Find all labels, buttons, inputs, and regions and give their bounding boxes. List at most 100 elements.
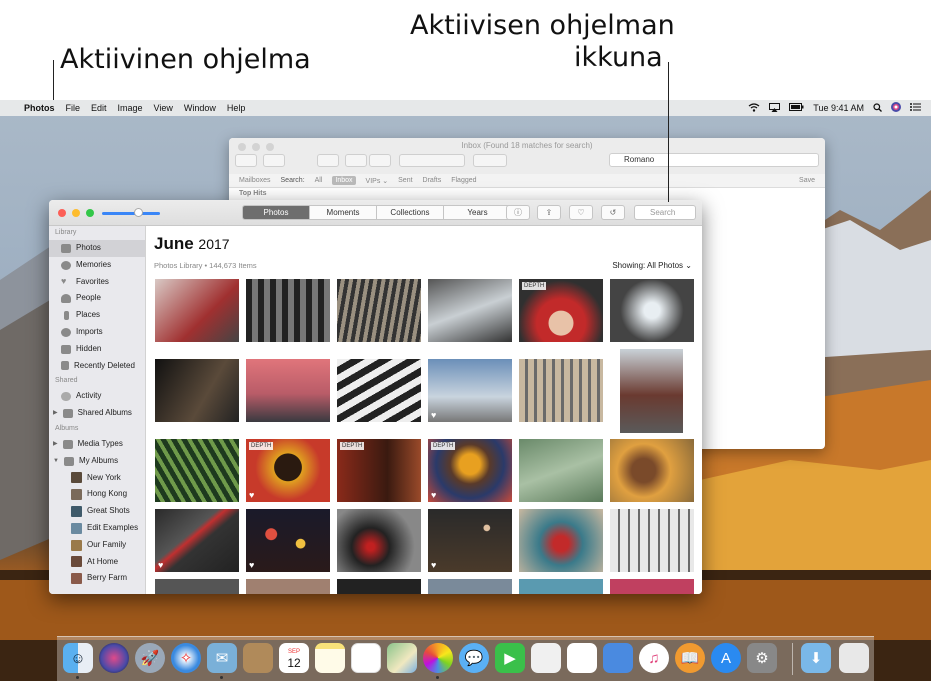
album-berry-farm[interactable]: Berry Farm <box>49 570 145 587</box>
menu-app-name[interactable]: Photos <box>24 103 55 113</box>
photo-thumbnail[interactable] <box>246 359 330 422</box>
sidebar-item-media-types[interactable]: ▶ Media Types <box>49 436 145 453</box>
zoom-slider-knob[interactable] <box>134 208 143 217</box>
photo-thumbnail[interactable] <box>337 359 421 422</box>
maps-icon[interactable] <box>387 643 417 673</box>
disclosure-right-icon[interactable]: ▶ <box>53 405 58 422</box>
photo-thumbnail[interactable] <box>155 579 239 594</box>
photo-thumbnail[interactable]: ♥ <box>155 509 239 572</box>
showing-filter[interactable]: Showing: All Photos ⌄ <box>612 261 692 270</box>
scope-sent[interactable]: Sent <box>398 177 412 184</box>
spotlight-icon[interactable] <box>873 102 882 114</box>
siri-icon[interactable] <box>99 643 129 673</box>
favorite-heart-icon[interactable]: ♥ <box>431 560 436 570</box>
scope-inbox[interactable]: Inbox <box>332 176 356 185</box>
photo-thumbnail[interactable] <box>337 509 421 572</box>
tab-collections[interactable]: Collections <box>377 206 444 219</box>
sidebar-item-photos[interactable]: Photos <box>49 240 145 257</box>
menu-image[interactable]: Image <box>118 103 143 113</box>
app-store-icon[interactable]: A <box>711 643 741 673</box>
battery-icon[interactable] <box>789 103 804 113</box>
album-hong-kong[interactable]: Hong Kong <box>49 486 145 503</box>
sidebar-item-memories[interactable]: Memories <box>49 257 145 274</box>
reply-buttons[interactable] <box>399 154 465 167</box>
photo-thumbnail[interactable] <box>610 279 694 342</box>
photo-thumbnail[interactable] <box>155 279 239 342</box>
reminders-icon[interactable] <box>351 643 381 673</box>
scope-all[interactable]: All <box>315 177 323 184</box>
contacts-icon[interactable] <box>243 643 273 673</box>
photo-thumbnail[interactable] <box>610 509 694 572</box>
album-our-family[interactable]: Our Family <box>49 537 145 554</box>
photo-thumbnail[interactable]: DEPTH ♥ <box>246 439 330 502</box>
sidebar-item-favorites[interactable]: ♥ Favorites <box>49 274 145 291</box>
clock[interactable]: Tue 9:41 AM <box>813 103 864 113</box>
photo-thumbnail[interactable] <box>519 579 603 594</box>
album-at-home[interactable]: At Home <box>49 554 145 571</box>
system-preferences-icon[interactable]: ⚙ <box>747 643 777 673</box>
keynote-icon[interactable] <box>603 643 633 673</box>
finder-icon[interactable]: ☺ <box>63 643 93 673</box>
sidebar-item-recently-deleted[interactable]: Recently Deleted <box>49 358 145 375</box>
menu-window[interactable]: Window <box>184 103 216 113</box>
info-icon[interactable]: ⓘ <box>506 205 530 220</box>
trash-icon[interactable] <box>839 643 869 673</box>
messages-icon[interactable]: 💬 <box>459 643 489 673</box>
minimize-icon[interactable] <box>72 209 80 217</box>
sidebar-item-shared-albums[interactable]: ▶ Shared Albums <box>49 405 145 422</box>
save-search-button[interactable]: Save <box>799 177 815 184</box>
photo-thumbnail[interactable] <box>155 439 239 502</box>
calendar-icon[interactable]: SEP 12 <box>279 643 309 673</box>
downloads-icon[interactable]: ⬇ <box>801 643 831 673</box>
menu-view[interactable]: View <box>154 103 173 113</box>
favorite-heart-icon[interactable]: ♥ <box>431 490 436 500</box>
sidebar-item-places[interactable]: Places <box>49 307 145 324</box>
photo-thumbnail[interactable] <box>428 579 512 594</box>
photo-thumbnail[interactable]: DEPTH <box>337 439 421 502</box>
facetime-icon[interactable]: ▶ <box>495 643 525 673</box>
numbers-icon[interactable] <box>567 643 597 673</box>
tab-moments[interactable]: Moments <box>310 206 377 219</box>
share-icon[interactable]: ⇪ <box>537 205 561 220</box>
sidebar-item-imports[interactable]: Imports <box>49 324 145 341</box>
rotate-icon[interactable]: ↺ <box>601 205 625 220</box>
sidebar-item-people[interactable]: People <box>49 290 145 307</box>
album-great-shots[interactable]: Great Shots <box>49 503 145 520</box>
compose-button[interactable] <box>263 154 285 167</box>
photo-thumbnail[interactable] <box>337 579 421 594</box>
flag-button[interactable] <box>473 154 507 167</box>
favorite-heart-icon[interactable]: ♥ <box>431 410 436 420</box>
photo-thumbnail[interactable] <box>610 439 694 502</box>
scope-vips[interactable]: VIPs ⌄ <box>366 177 389 185</box>
album-new-york[interactable]: New York <box>49 470 145 487</box>
itunes-icon[interactable]: ♫ <box>639 643 669 673</box>
favorite-heart-icon[interactable]: ♥ <box>158 560 163 570</box>
wifi-icon[interactable] <box>748 102 760 114</box>
photo-thumbnail[interactable] <box>519 359 603 422</box>
photo-thumbnail[interactable]: ♥ <box>246 509 330 572</box>
trash-button[interactable] <box>345 154 367 167</box>
pages-icon[interactable] <box>531 643 561 673</box>
zoom-slider[interactable] <box>102 212 160 215</box>
photo-thumbnail[interactable] <box>519 439 603 502</box>
photos-window-controls[interactable] <box>58 209 94 217</box>
get-mail-button[interactable] <box>235 154 257 167</box>
heart-icon[interactable]: ♡ <box>569 205 593 220</box>
zoom-icon[interactable] <box>86 209 94 217</box>
photo-thumbnail[interactable] <box>610 579 694 594</box>
photo-thumbnail[interactable] <box>155 359 239 422</box>
menu-help[interactable]: Help <box>227 103 246 113</box>
airplay-icon[interactable] <box>769 102 781 114</box>
tab-photos[interactable]: Photos <box>243 206 310 219</box>
safari-icon[interactable]: ✧ <box>171 643 201 673</box>
photo-thumbnail[interactable]: DEPTH <box>519 279 603 342</box>
mail-icon[interactable]: ✉ <box>207 643 237 673</box>
favorite-heart-icon[interactable]: ♥ <box>249 490 254 500</box>
photo-thumbnail[interactable] <box>519 509 603 572</box>
close-icon[interactable] <box>58 209 66 217</box>
photos-icon[interactable] <box>423 643 453 673</box>
scope-flagged[interactable]: Flagged <box>451 177 476 184</box>
photos-search-input[interactable]: Search <box>634 205 696 220</box>
photo-thumbnail[interactable] <box>620 349 683 433</box>
sidebar-item-activity[interactable]: Activity <box>49 388 145 405</box>
